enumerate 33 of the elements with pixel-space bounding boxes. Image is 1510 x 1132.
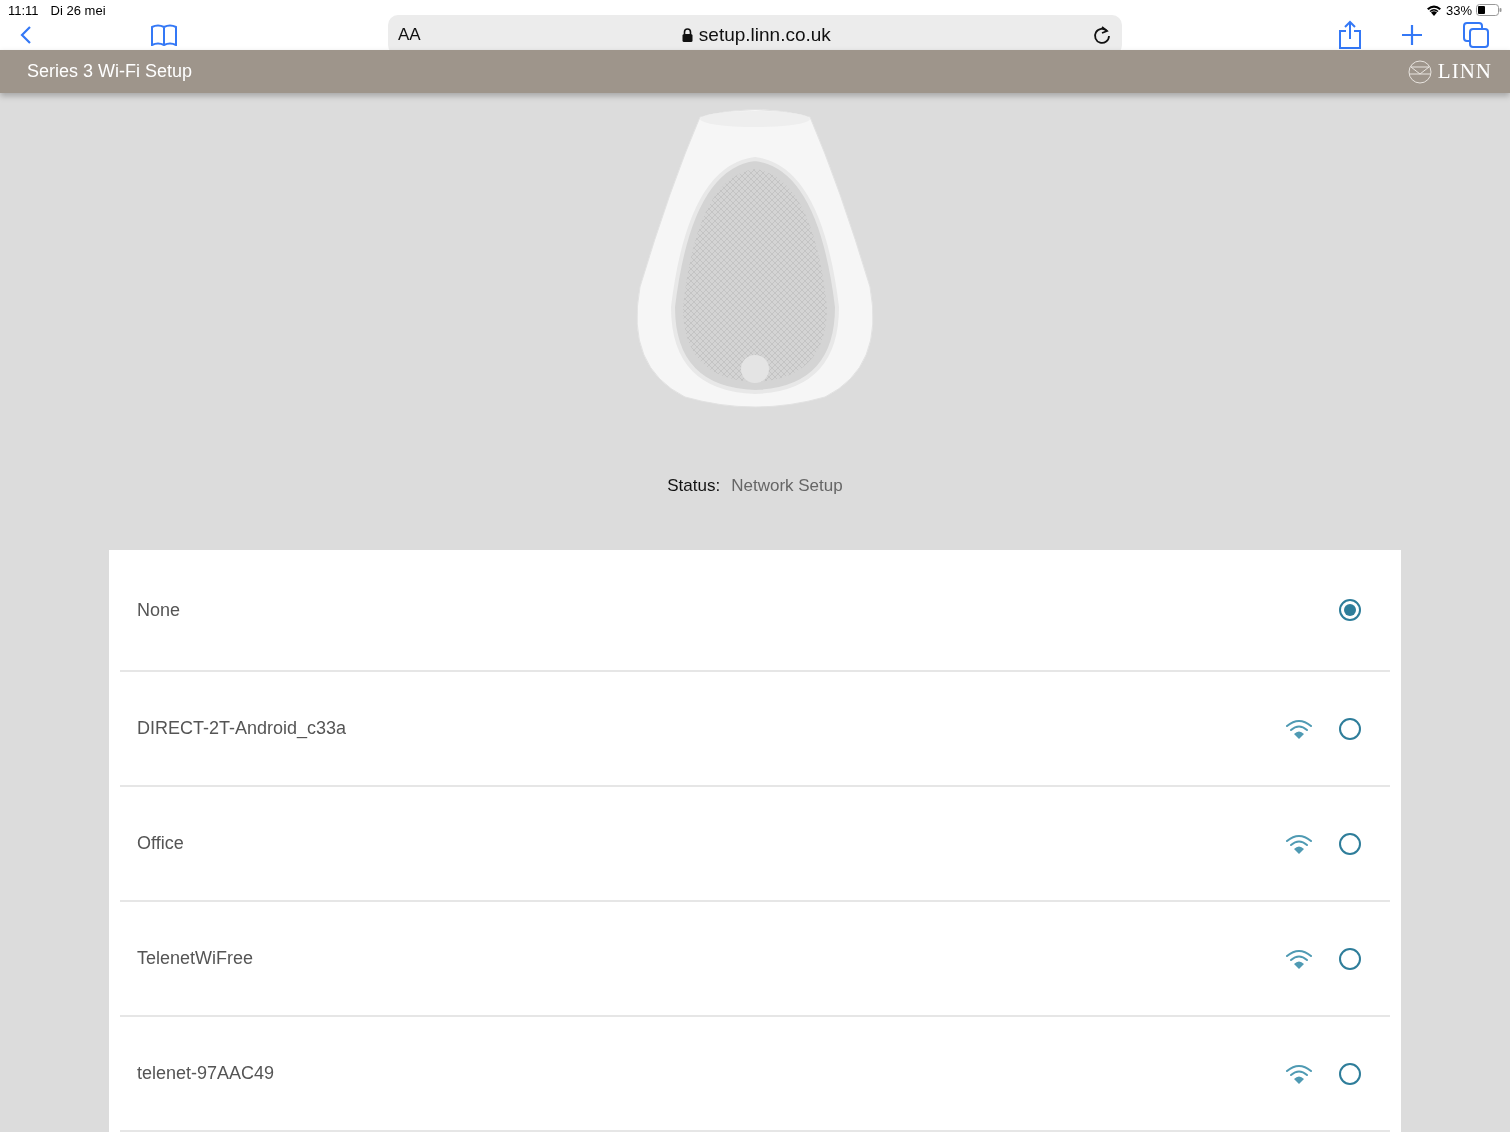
status-label: Status: [667, 476, 721, 496]
text-size-button[interactable]: AA [398, 25, 421, 45]
wifi-icon [1425, 4, 1442, 16]
bookmarks-button[interactable] [150, 24, 178, 46]
radio-button[interactable] [1339, 1062, 1361, 1085]
status-date: Di 26 mei [50, 2, 106, 18]
network-name: Office [137, 833, 185, 854]
page-title: Series 3 Wi-Fi Setup [27, 61, 193, 82]
tabs-button[interactable] [1462, 21, 1490, 49]
radio-button[interactable] [1339, 832, 1361, 855]
url-text[interactable]: setup.linn.co.uk [698, 24, 831, 46]
battery-icon [1476, 4, 1502, 16]
wifi-signal-icon [1285, 717, 1313, 740]
status-time: 11:11 [8, 2, 39, 18]
logo-text: LINN [1437, 59, 1492, 84]
wifi-signal-icon [1285, 947, 1313, 970]
logo-icon [1407, 59, 1432, 84]
back-button[interactable] [20, 25, 32, 45]
lock-icon [681, 28, 693, 42]
radio-button[interactable] [1339, 947, 1361, 970]
network-name: DIRECT-2T-Android_c33a [137, 718, 348, 739]
radio-button[interactable] [1339, 717, 1361, 740]
new-tab-button[interactable] [1400, 23, 1424, 47]
share-button[interactable] [1338, 20, 1362, 50]
wifi-signal-icon [1285, 832, 1313, 855]
battery-percentage: 33% [1445, 2, 1472, 18]
network-name: telenet-97AAC49 [137, 1063, 276, 1084]
radio-button[interactable] [1339, 599, 1361, 621]
network-name: TelenetWiFree [137, 948, 255, 969]
wifi-signal-icon [1285, 1062, 1313, 1085]
status-value: Network Setup [731, 476, 843, 496]
network-name: None [137, 599, 182, 621]
reload-button[interactable] [1092, 25, 1112, 45]
